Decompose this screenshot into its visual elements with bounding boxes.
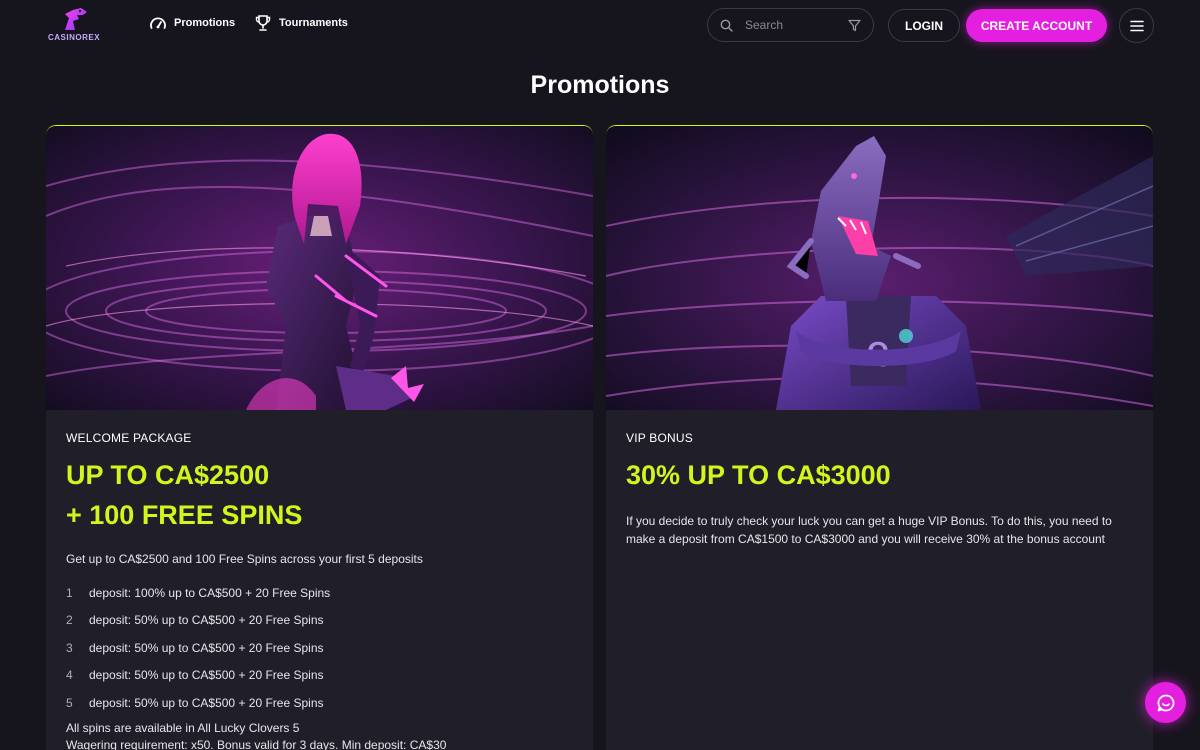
deposit-list: 1 deposit: 100% up to CA$500 + 20 Free Sp… — [66, 579, 330, 717]
list-item: 2 deposit: 50% up to CA$500 + 20 Free Spi… — [66, 607, 330, 635]
deposit-number: 2 — [66, 613, 73, 628]
promo-card-vip[interactable]: Q VIP BONUS 30% UP TO CA$3000 If you dec… — [606, 125, 1153, 750]
promo-kicker: VIP BONUS — [626, 431, 693, 445]
promo-description: If you decide to truly check your luck y… — [626, 514, 1112, 546]
promo-card-welcome[interactable]: WELCOME PACKAGE UP TO CA$2500 + 100 FREE… — [46, 125, 593, 750]
promo-description: Get up to CA$2500 and 100 Free Spins acr… — [66, 552, 423, 566]
promo-image-welcome — [46, 126, 593, 410]
deposit-text: deposit: 50% up to CA$500 + 20 Free Spin… — [89, 668, 324, 683]
terms-line-1: All spins are available in All Lucky Clo… — [66, 721, 300, 735]
cyber-woman-illustration — [46, 126, 593, 410]
filter-icon[interactable] — [848, 19, 861, 32]
list-item: 5 deposit: 50% up to CA$500 + 20 Free Spi… — [66, 689, 330, 717]
list-item: 4 deposit: 50% up to CA$500 + 20 Free Spi… — [66, 662, 330, 690]
nav-tournaments[interactable]: Tournaments — [254, 14, 348, 32]
promo-kicker: WELCOME PACKAGE — [66, 431, 192, 445]
logo-wordmark: CASINOREX — [47, 33, 101, 42]
deposit-number: 4 — [66, 668, 73, 683]
deposit-number: 5 — [66, 695, 73, 710]
list-item: 1 deposit: 100% up to CA$500 + 20 Free Sp… — [66, 579, 330, 607]
hamburger-icon — [1129, 20, 1144, 31]
chat-bubble-icon — [1157, 694, 1174, 711]
cyber-dinosaur-illustration: Q — [606, 126, 1153, 410]
list-item: 3 deposit: 50% up to CA$500 + 20 Free Spi… — [66, 634, 330, 662]
deposit-text: deposit: 50% up to CA$500 + 20 Free Spin… — [89, 695, 324, 710]
login-button[interactable]: LOGIN — [888, 9, 960, 42]
nav-tournaments-label: Tournaments — [279, 17, 348, 29]
search-box — [707, 8, 874, 42]
deposit-text: deposit: 100% up to CA$500 + 20 Free Spi… — [89, 585, 331, 600]
speedometer-icon — [150, 17, 166, 29]
promo-terms: All spins are available in All Lucky Clo… — [66, 720, 446, 750]
terms-line-2: Wagering requirement: x50. Bonus valid f… — [66, 738, 447, 750]
create-account-button[interactable]: CREATE ACCOUNT — [966, 9, 1107, 42]
dino-logo-icon — [65, 8, 87, 30]
menu-button[interactable] — [1119, 8, 1154, 43]
chat-button[interactable] — [1145, 682, 1186, 723]
headline-line-1: 30% UP TO CA$3000 — [626, 460, 891, 490]
headline-line-2: + 100 FREE SPINS — [66, 500, 303, 530]
search-input[interactable] — [745, 18, 845, 32]
deposit-text: deposit: 50% up to CA$500 + 20 Free Spin… — [89, 640, 324, 655]
nav-promotions-label: Promotions — [174, 17, 236, 29]
headline-line-1: UP TO CA$2500 — [66, 460, 270, 490]
site-header: CASINOREX Promotions Tournaments LOGIN C… — [0, 0, 1200, 50]
deposit-text: deposit: 50% up to CA$500 + 20 Free Spin… — [89, 613, 324, 628]
trophy-icon — [255, 15, 271, 31]
deposit-number: 3 — [66, 640, 73, 655]
promo-headline: UP TO CA$2500 + 100 FREE SPINS — [66, 455, 302, 535]
search-icon — [720, 19, 733, 32]
deposit-number: 1 — [66, 585, 73, 600]
page-title: Promotions — [530, 71, 670, 99]
promo-headline: 30% UP TO CA$3000 — [626, 455, 891, 495]
casinorex-logo[interactable]: CASINOREX — [44, 6, 104, 44]
promo-image-vip: Q — [606, 126, 1153, 410]
nav-promotions[interactable]: Promotions — [149, 14, 235, 32]
